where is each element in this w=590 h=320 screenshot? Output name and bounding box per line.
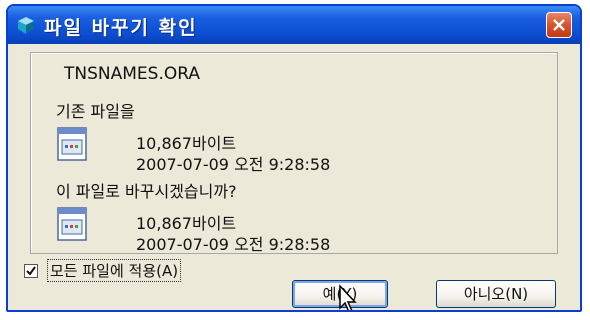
file-name: TNSNAMES.ORA <box>64 64 200 84</box>
window-icon <box>18 17 34 34</box>
dialog-title: 파일 바꾸기 확인 <box>44 17 198 39</box>
existing-file-modified: 2007-07-09 오전 9:28:58 <box>136 155 331 174</box>
apply-all-label[interactable]: 모든 파일에 적용(A) <box>46 259 182 282</box>
checkmark-icon <box>26 266 36 276</box>
close-icon <box>553 19 565 31</box>
text-file-icon <box>57 207 87 241</box>
apply-all-checkbox[interactable] <box>24 264 38 278</box>
title-bar[interactable]: 파일 바꾸기 확인 <box>8 6 580 44</box>
replace-prompt: 이 파일로 바꾸시겠습니까? <box>56 182 237 201</box>
mouse-pointer-icon <box>339 284 357 310</box>
confirm-file-replace-dialog: 파일 바꾸기 확인 TNSNAMES.ORA 기존 파일을 10,867바이트 … <box>6 4 582 312</box>
close-button[interactable] <box>546 12 572 38</box>
existing-file-label: 기존 파일을 <box>56 102 135 121</box>
no-button[interactable]: 아니오(N) <box>436 280 556 308</box>
new-file-modified: 2007-07-09 오전 9:28:58 <box>136 235 331 254</box>
text-file-icon <box>57 127 87 161</box>
